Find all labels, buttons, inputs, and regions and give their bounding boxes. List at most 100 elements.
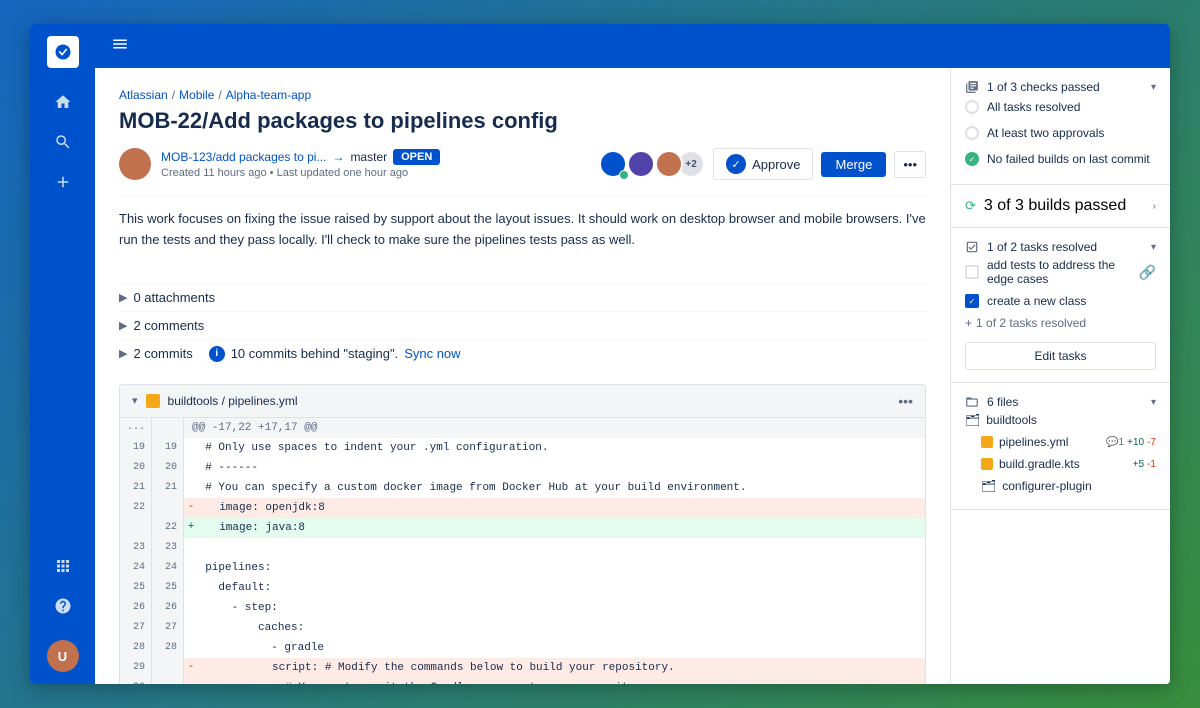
- sidebar-item-search[interactable]: [45, 124, 81, 160]
- check-dot-2: [965, 126, 979, 140]
- builds-title-wrapper: ⟳ 3 of 3 builds passed: [965, 197, 1126, 215]
- tasks-header[interactable]: 1 of 2 tasks resolved ▾: [965, 240, 1156, 254]
- files-icon: [965, 395, 979, 409]
- reviewer-1: [599, 150, 627, 178]
- branch-arrow: →: [332, 150, 344, 164]
- sidebar-item-help[interactable]: [45, 588, 81, 624]
- breadcrumb-mobile[interactable]: Mobile: [179, 88, 214, 102]
- builds-icon: ⟳: [965, 198, 976, 214]
- expand-arrow-1: ▶: [119, 291, 127, 304]
- create-task-plus: +: [965, 316, 972, 330]
- diff-line-removed-30: 30 - # You must commit the Gradle wrappe…: [120, 678, 925, 684]
- task-label-2: create a new class: [987, 294, 1086, 308]
- approve-button[interactable]: ✓ Approve: [713, 148, 813, 180]
- checks-title-wrapper: 1 of 3 checks passed: [965, 80, 1100, 94]
- check-item-3: ✓ No failed builds on last commit: [965, 146, 1156, 172]
- breadcrumb: Atlassian / Mobile / Alpha-team-app: [119, 88, 926, 102]
- builds-title: 3 of 3 builds passed: [984, 197, 1126, 215]
- diff-header: ▾ buildtools / pipelines.yml •••: [120, 385, 925, 418]
- commits-label: 2 commits: [133, 346, 192, 361]
- diff-line-19: 1919 # Only use spaces to indent your .y…: [120, 438, 925, 458]
- status-badge: OPEN: [393, 149, 440, 165]
- diff-expand-icon[interactable]: ▾: [132, 394, 138, 407]
- task-item-2: ✓ create a new class: [965, 290, 1156, 312]
- merge-button[interactable]: Merge: [821, 152, 886, 177]
- sidebar-item-apps[interactable]: [45, 548, 81, 584]
- check-dot-3: ✓: [965, 152, 979, 166]
- check-label-3: No failed builds on last commit: [987, 152, 1150, 166]
- subfolder-name: configurer-plugin: [1002, 479, 1091, 493]
- sidebar-item-home[interactable]: [45, 84, 81, 120]
- diff-more-button[interactable]: •••: [898, 393, 913, 409]
- diff-line-23: 2323: [120, 538, 925, 558]
- file-stats-1: 💬1 +10 -7: [1106, 437, 1156, 448]
- pr-meta: MOB-123/add packages to pi... → master O…: [119, 148, 926, 180]
- task-checkbox-2[interactable]: ✓: [965, 294, 979, 308]
- checks-icon: [965, 80, 979, 94]
- task-link-1: 🔗: [1139, 264, 1156, 281]
- pr-dates: Created 11 hours ago • Last updated one …: [161, 167, 440, 179]
- pr-date-sep: •: [270, 167, 277, 179]
- sidebar-item-add[interactable]: [45, 164, 81, 200]
- folder-name: buildtools: [986, 413, 1037, 427]
- pr-description: This work focuses on fixing the issue ra…: [119, 196, 926, 263]
- task-item-1: add tests to address the edge cases 🔗: [965, 254, 1156, 290]
- checks-title: 1 of 3 checks passed: [987, 80, 1100, 94]
- branch-to: master: [350, 150, 387, 164]
- create-task-label: 1 of 2 tasks resolved: [976, 316, 1086, 330]
- checks-section: 1 of 3 checks passed ▾ All tasks resolve…: [951, 68, 1170, 185]
- folder-icon-2: 🗂: [981, 479, 996, 493]
- breadcrumb-alpha[interactable]: Alpha-team-app: [226, 88, 311, 102]
- expand-arrow-2: ▶: [119, 319, 127, 332]
- commits-section[interactable]: ▶ 2 commits i 10 commits behind "staging…: [119, 339, 926, 368]
- builds-header[interactable]: ⟳ 3 of 3 builds passed ›: [965, 197, 1156, 215]
- check-label-1: All tasks resolved: [987, 100, 1080, 114]
- task-checkbox-1[interactable]: [965, 265, 979, 279]
- approve-check-icon: ✓: [726, 154, 746, 174]
- diff-old-num: ...: [120, 418, 152, 438]
- main-content: Atlassian / Mobile / Alpha-team-app MOB-…: [95, 24, 1170, 684]
- diff-line-28: 2828 - gradle: [120, 638, 925, 658]
- task-label-1: add tests to address the edge cases: [987, 258, 1131, 286]
- diff-container: ▾ buildtools / pipelines.yml ••• ... @: [119, 384, 926, 684]
- files-header[interactable]: 6 files ▾: [965, 395, 1156, 409]
- branch-from: MOB-123/add packages to pi...: [161, 150, 326, 164]
- pr-area: Atlassian / Mobile / Alpha-team-app MOB-…: [95, 68, 1170, 684]
- create-task-button[interactable]: + 1 of 2 tasks resolved: [965, 312, 1156, 334]
- diff-file-icon: [146, 394, 160, 408]
- diff-code-meta: @@ -17,22 +17,17 @@: [184, 418, 925, 438]
- checks-header[interactable]: 1 of 3 checks passed ▾: [965, 80, 1156, 94]
- reviewer-avatar-2: [627, 150, 655, 178]
- sync-link[interactable]: Sync now: [404, 346, 460, 361]
- pr-branch-row: MOB-123/add packages to pi... → master O…: [161, 149, 440, 165]
- filename-1: pipelines.yml: [999, 435, 1068, 449]
- check-item-1: All tasks resolved: [965, 94, 1156, 120]
- file-removes-2: -1: [1147, 459, 1156, 470]
- diff-line-20: 2020 # ------: [120, 458, 925, 478]
- attachments-section[interactable]: ▶ 0 attachments: [119, 283, 926, 311]
- diff-line-meta: ... @@ -17,22 +17,17 @@: [120, 418, 925, 438]
- checks-chevron: ▾: [1151, 82, 1156, 93]
- edit-tasks-button[interactable]: Edit tasks: [965, 342, 1156, 370]
- file-folder-2: 🗂 configurer-plugin: [965, 475, 1156, 497]
- pr-title: MOB-22/Add packages to pipelines config: [119, 108, 926, 134]
- breadcrumb-atlassian[interactable]: Atlassian: [119, 88, 168, 102]
- filename-2: build.gradle.kts: [999, 457, 1080, 471]
- file-comments-1: 💬1: [1106, 437, 1124, 448]
- diff-line-nums-meta: ...: [120, 418, 184, 438]
- more-button[interactable]: •••: [894, 151, 926, 178]
- menu-icon[interactable]: [107, 31, 133, 62]
- comments-label: 2 comments: [133, 318, 204, 333]
- app-logo[interactable]: [47, 36, 79, 68]
- comments-section[interactable]: ▶ 2 comments: [119, 311, 926, 339]
- file-removes-1: -7: [1147, 437, 1156, 448]
- pr-updated: Last updated one hour ago: [277, 167, 409, 179]
- builds-chevron: ›: [1153, 201, 1156, 212]
- pr-created: Created 11 hours ago: [161, 167, 267, 179]
- file-adds-2: +5: [1133, 459, 1144, 470]
- user-avatar[interactable]: U: [47, 640, 79, 672]
- builds-section: ⟳ 3 of 3 builds passed ›: [951, 185, 1170, 228]
- check-item-2: At least two approvals: [965, 120, 1156, 146]
- tasks-section: 1 of 2 tasks resolved ▾ add tests to add…: [951, 228, 1170, 383]
- diff-line-27: 2727 caches:: [120, 618, 925, 638]
